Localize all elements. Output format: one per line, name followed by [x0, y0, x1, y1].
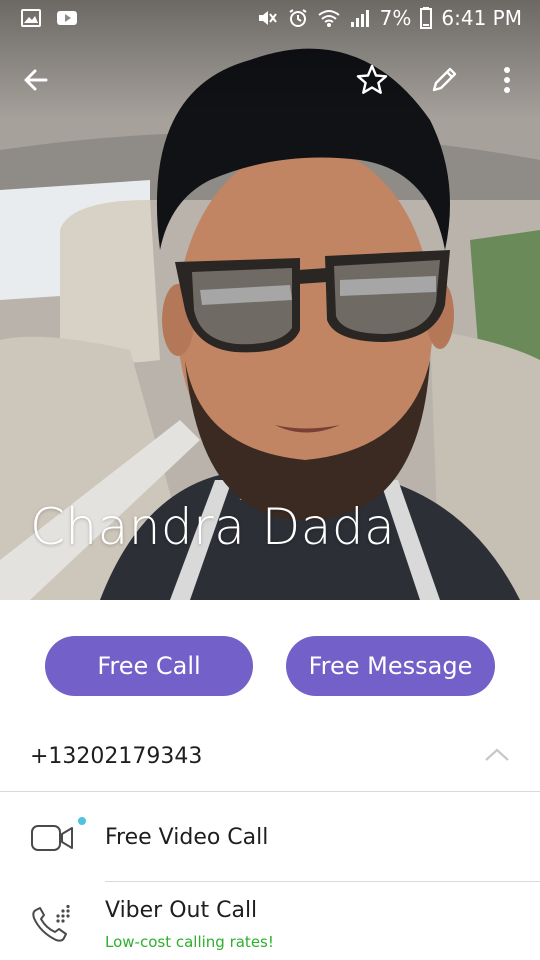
favorite-button[interactable] — [348, 56, 396, 104]
option-subtitle: Low-cost calling rates! — [105, 933, 274, 951]
alarm-icon — [289, 9, 307, 27]
youtube-notification-icon — [57, 11, 77, 25]
chevron-up-icon[interactable] — [484, 744, 510, 766]
free-message-button[interactable]: Free Message — [286, 636, 495, 696]
back-button[interactable] — [12, 56, 60, 104]
viber-out-call-item[interactable]: Viber Out Call Low-cost calling rates! — [0, 882, 540, 960]
free-call-button[interactable]: Free Call — [45, 636, 253, 696]
overflow-menu-icon — [504, 67, 510, 93]
status-time: 6:41 PM — [441, 6, 522, 30]
edit-button[interactable] — [420, 56, 468, 104]
arrow-left-icon — [24, 69, 48, 91]
signal-icon — [350, 10, 369, 27]
wifi-icon — [318, 10, 340, 27]
primary-actions: Free Call Free Message — [0, 636, 540, 696]
gallery-notification-icon — [21, 9, 41, 27]
option-title: Free Video Call — [105, 825, 269, 850]
free-video-call-item[interactable]: Free Video Call — [0, 800, 540, 880]
divider — [0, 791, 540, 792]
phone-number: +13202179343 — [30, 744, 203, 769]
phone-out-icon — [32, 904, 70, 942]
phone-number-row[interactable]: +13202179343 — [0, 722, 540, 792]
battery-icon — [420, 7, 433, 29]
more-options-button[interactable] — [483, 56, 531, 104]
battery-percent: 7% — [379, 6, 412, 30]
status-bar: 7% 6:41 PM — [0, 0, 540, 36]
video-camera-icon — [31, 825, 73, 851]
new-indicator-dot — [78, 817, 86, 825]
mute-icon — [258, 11, 277, 25]
contact-photo: 7% 6:41 PM Chandra Dada — [0, 0, 540, 600]
contact-name: Chandra Dada — [30, 498, 396, 556]
option-title: Viber Out Call — [105, 898, 258, 923]
contact-action-bar — [0, 56, 540, 106]
pencil-icon — [432, 67, 457, 92]
star-outline-icon — [356, 64, 388, 94]
